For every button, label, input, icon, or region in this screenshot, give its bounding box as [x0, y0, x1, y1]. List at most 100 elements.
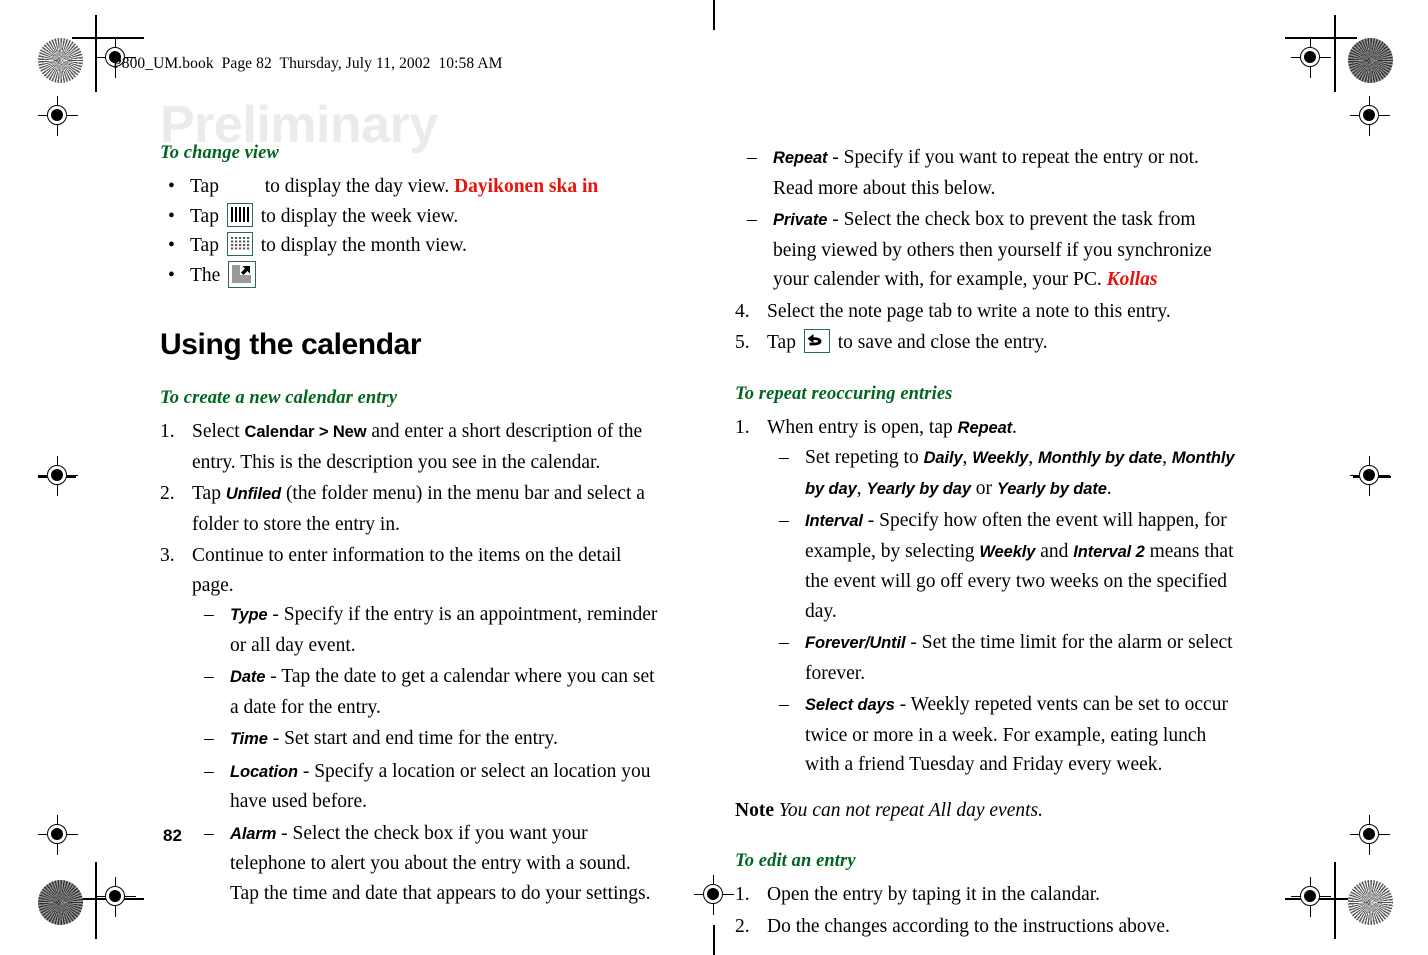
star-target-bottom-right: [1348, 880, 1393, 925]
step-text-post: .: [1012, 416, 1017, 438]
alert-note-kollas: Kollas: [1106, 269, 1158, 290]
step-text-pre: Continue to enter information to the ite…: [192, 545, 622, 596]
bullet-text: to display the week view.: [260, 205, 459, 227]
list-item: – Set repeting to Daily, Weekly, Monthly …: [767, 443, 1235, 504]
field-label-private[interactable]: Private: [773, 211, 827, 229]
list-item: – Time - Set start and end time for the …: [192, 724, 660, 755]
crop-line-left-mid-h: [38, 476, 76, 478]
list-item: – Forever/Until - Set the time limit for …: [767, 628, 1235, 688]
list-item: 1. Select Calendar > New and enter a shor…: [160, 417, 660, 477]
bullet-lead: Tap: [190, 205, 219, 227]
dash-glyph: –: [779, 632, 789, 653]
bullet-glyph: •: [168, 176, 175, 197]
step-number: 4.: [735, 300, 750, 322]
back-arrow-icon[interactable]: [803, 329, 830, 353]
field-label-forever-until[interactable]: Forever/Until: [805, 634, 906, 652]
list-item: 5. Tap to save and close the entry.: [735, 328, 1235, 358]
step-number: 1.: [735, 884, 750, 905]
page-number: 82: [163, 826, 182, 845]
list-item: – Interval - Specify how often the event …: [767, 506, 1235, 626]
day-view-icon[interactable]: [226, 173, 257, 197]
field-label-location[interactable]: Location: [230, 763, 298, 781]
repeat-sep-3: ,: [1162, 447, 1172, 468]
field-label-select-days[interactable]: Select days: [805, 696, 895, 714]
alert-note-dayikonen: Dayikonen ska in: [454, 176, 599, 197]
list-item: 1. When entry is open, tap Repeat. – Set r…: [735, 413, 1235, 780]
repeat-sep-1: ,: [962, 447, 973, 468]
dash-glyph: –: [747, 147, 757, 168]
list-item: 2. Do the changes according to the instru…: [735, 912, 1235, 942]
field-label-time[interactable]: Time: [230, 730, 268, 748]
step-number: 1.: [160, 421, 175, 442]
field-label-alarm[interactable]: Alarm: [230, 825, 276, 843]
repeat-sep-5: or: [970, 477, 997, 499]
dash-glyph: –: [204, 760, 214, 782]
registration-mark-top-left-inner: [38, 96, 78, 136]
ui-label-calendar-new[interactable]: Calendar > New: [245, 423, 367, 441]
list-item: • Tap to display the day view. Dayikonen…: [160, 172, 660, 202]
note-text: You can not repeat All day events.: [778, 799, 1043, 821]
ui-option-monthly-by-date[interactable]: Monthly by date: [1038, 449, 1162, 467]
bullet-glyph: •: [168, 205, 175, 227]
repeat-options: – Set repeting to Daily, Weekly, Monthly …: [767, 443, 1235, 780]
repeat-sep-2: ,: [1028, 447, 1039, 468]
field-label-repeat[interactable]: Repeat: [773, 149, 828, 167]
repeat-sep-4: ,: [856, 477, 867, 499]
dash-glyph: –: [204, 604, 214, 625]
step-text: Do the changes according to the instruct…: [767, 915, 1170, 937]
note-block: Note You can not repeat All day events.: [735, 796, 1235, 826]
ui-option-weekly-example[interactable]: Weekly: [979, 543, 1035, 561]
step-text-post: to save and close the entry.: [832, 332, 1048, 353]
star-target-top-right: [1348, 38, 1393, 83]
field-desc: - Set start and end time for the entry.: [267, 728, 558, 749]
field-label-interval[interactable]: Interval: [805, 512, 863, 530]
crop-line-bottom-left-v: [95, 862, 97, 939]
registration-mark-bottom-right: [1291, 877, 1331, 917]
bullet-lead: Tap: [190, 235, 219, 256]
ui-label-repeat[interactable]: Repeat: [958, 419, 1013, 437]
field-label-date[interactable]: Date: [230, 668, 265, 686]
bullet-glyph: •: [168, 264, 175, 286]
field-label-type[interactable]: Type: [230, 606, 268, 624]
crop-line-top-right-h: [1285, 37, 1357, 39]
ui-option-yearly-by-day[interactable]: Yearly by day: [866, 480, 971, 498]
crop-line-top-right-v: [1334, 15, 1336, 92]
step-text-pre: Tap: [192, 483, 226, 504]
edit-entry-step-list: 1. Open the entry by taping it in the cal…: [735, 880, 1235, 941]
field-desc: - Tap the date to get a calendar where y…: [230, 666, 655, 718]
list-item: • The: [160, 260, 660, 291]
dash-glyph: –: [747, 209, 757, 230]
crop-line-bottom-right-h: [1285, 898, 1357, 900]
step-number: 2.: [735, 915, 750, 937]
list-item: – Alarm - Select the check box if you wa…: [192, 819, 660, 909]
minimize-corner-icon[interactable]: [228, 260, 257, 288]
ui-option-weekly[interactable]: Weekly: [972, 449, 1028, 467]
bullet-text: to display the day view.: [264, 176, 450, 197]
list-item: 4. Select the note page tab to write a no…: [735, 297, 1235, 327]
registration-mark-right-mid: [1350, 456, 1390, 496]
step-text: Open the entry by taping it in the calan…: [767, 884, 1101, 905]
list-item: – Repeat - Specify if you want to repeat…: [735, 143, 1235, 203]
list-item: – Private - Select the check box to prev…: [735, 205, 1235, 295]
step-text-pre: Select: [192, 421, 245, 442]
ui-option-interval-2[interactable]: Interval 2: [1073, 543, 1145, 561]
month-view-icon[interactable]: [226, 232, 253, 256]
dash-glyph: –: [779, 447, 789, 468]
ui-option-daily[interactable]: Daily: [924, 449, 963, 467]
step-number: 3.: [160, 545, 175, 566]
list-item: 3. Continue to enter information to the i…: [160, 541, 660, 908]
bullet-glyph: •: [168, 235, 175, 256]
crop-line-bottom-mid-v: [713, 925, 715, 955]
step-number: 2.: [160, 483, 175, 504]
week-view-icon[interactable]: [226, 202, 253, 227]
heading-to-change-view: To change view: [160, 143, 279, 163]
crop-line-bottom-right-v: [1334, 862, 1336, 939]
field-desc-mid: and: [1035, 540, 1074, 562]
repeat-entries-step-list: 1. When entry is open, tap Repeat. – Set r…: [735, 413, 1235, 780]
list-item: – Date - Tap the date to get a calendar …: [192, 662, 660, 722]
ui-label-unfiled[interactable]: Unfiled: [226, 485, 281, 503]
crop-line-bottom-left-h: [72, 898, 144, 900]
crop-line-top-left-v: [95, 15, 97, 92]
ui-option-yearly-by-date[interactable]: Yearly by date: [997, 480, 1107, 498]
dash-glyph: –: [204, 728, 214, 749]
